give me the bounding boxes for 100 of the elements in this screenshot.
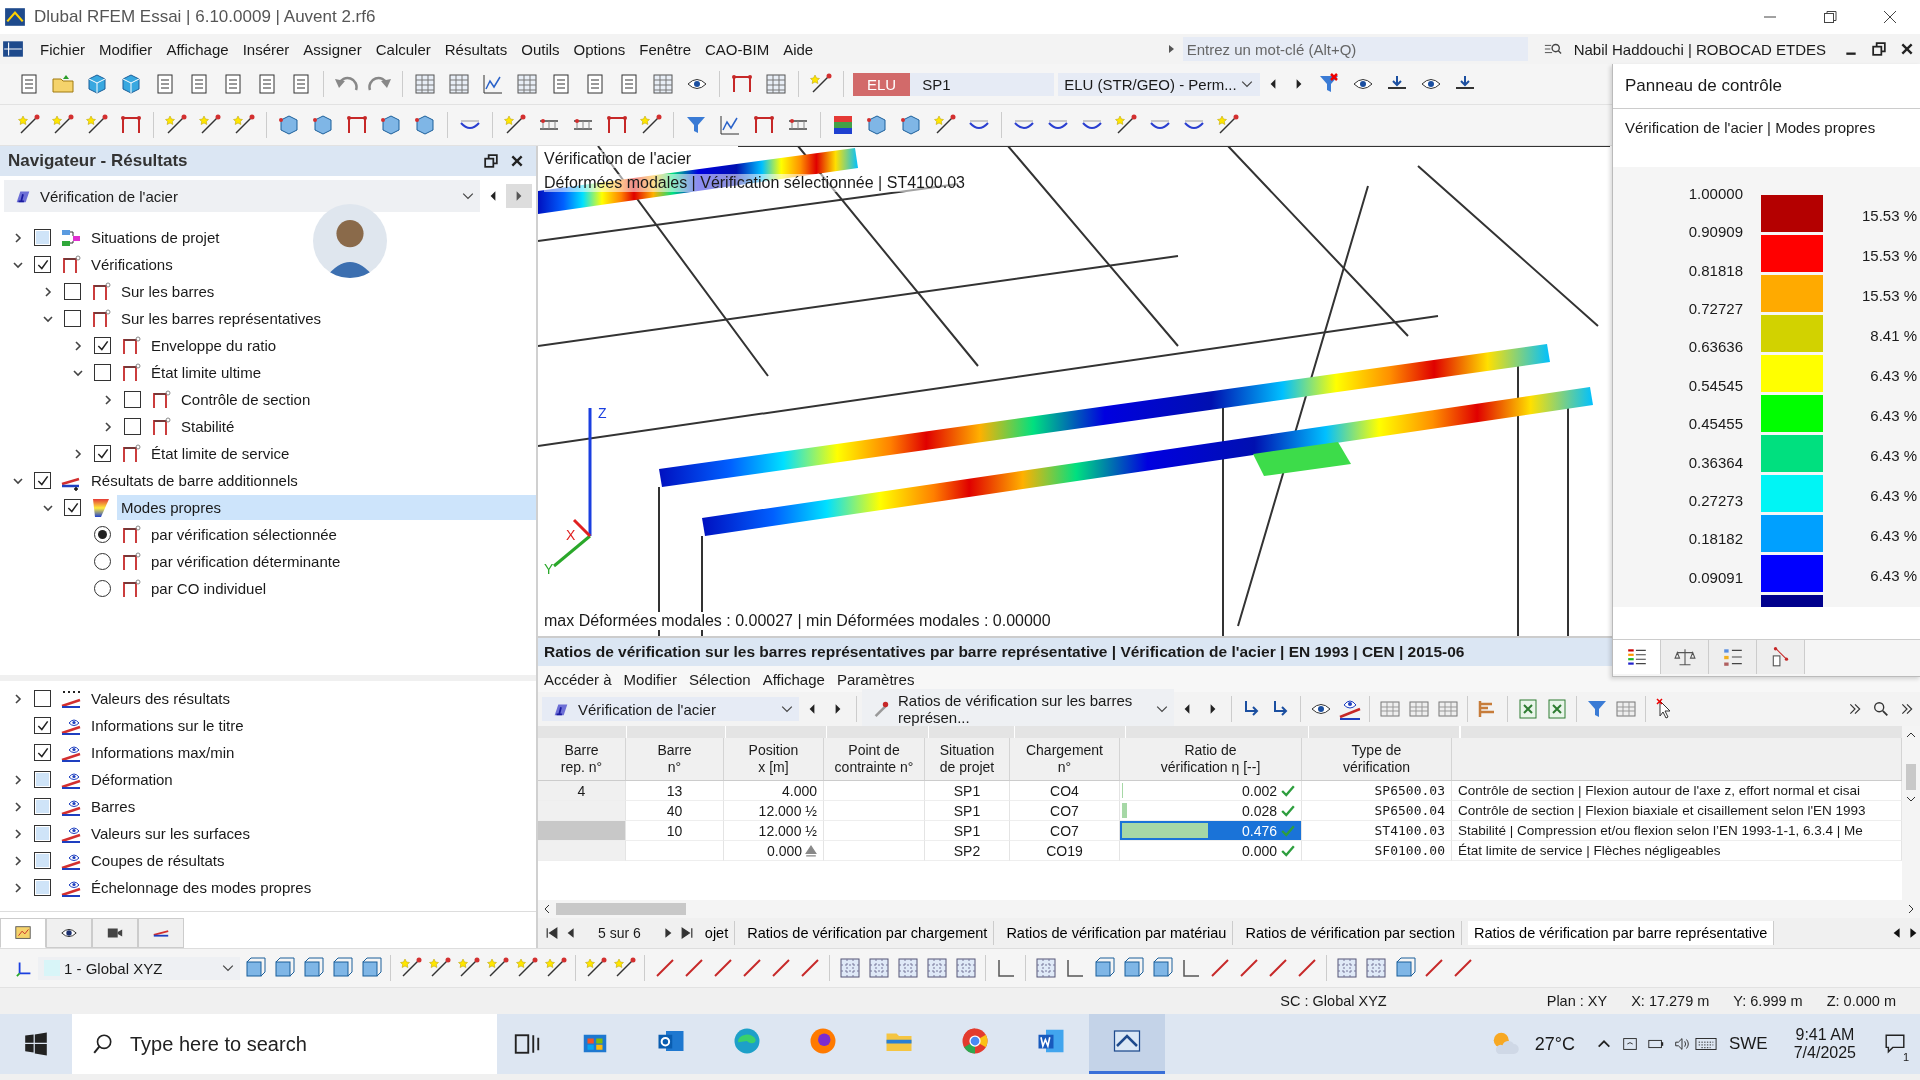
clock-date[interactable]: 7/4/2025 bbox=[1793, 1044, 1856, 1062]
chevron-left-icon[interactable] bbox=[542, 904, 552, 914]
menu-item[interactable]: Paramètres bbox=[830, 667, 921, 691]
menu-item[interactable]: Outils bbox=[515, 37, 566, 61]
clock-time[interactable]: 9:41 AM bbox=[1795, 1026, 1855, 1044]
checkbox[interactable] bbox=[124, 391, 141, 408]
checkbox[interactable] bbox=[64, 283, 81, 300]
panel-tab[interactable] bbox=[138, 918, 184, 948]
language-indicator[interactable]: SWE bbox=[1729, 1034, 1768, 1054]
tree-item[interactable]: Situations de projet bbox=[87, 225, 228, 250]
checkbox[interactable] bbox=[64, 310, 81, 327]
tree-item[interactable]: État limite ultime bbox=[147, 360, 270, 385]
panel-tab[interactable] bbox=[1661, 640, 1709, 674]
chevron-down-icon[interactable] bbox=[1906, 794, 1916, 804]
menu-item[interactable]: Résultats bbox=[438, 37, 514, 61]
more-icon[interactable] bbox=[1900, 702, 1914, 716]
chevron-icon[interactable] bbox=[12, 881, 24, 894]
radio-button[interactable] bbox=[94, 553, 111, 570]
chevron-icon[interactable] bbox=[12, 692, 24, 705]
menu-item[interactable]: Calculer bbox=[369, 37, 437, 61]
chevron-icon[interactable] bbox=[102, 393, 114, 406]
menu-item[interactable]: Accéder à bbox=[538, 667, 618, 691]
close-icon[interactable] bbox=[1900, 42, 1914, 56]
restore-icon[interactable] bbox=[1822, 9, 1838, 25]
tree-item[interactable]: Stabilité bbox=[177, 414, 243, 439]
more-icon[interactable] bbox=[1848, 702, 1862, 716]
menu-item[interactable]: Assigner bbox=[297, 37, 368, 61]
search-field[interactable]: Entrez un mot-clé (Alt+Q) bbox=[1182, 37, 1528, 61]
menu-item[interactable]: Options bbox=[567, 37, 632, 61]
tree-item[interactable]: Enveloppe du ratio bbox=[147, 333, 285, 358]
speaker-icon[interactable] bbox=[1673, 1035, 1691, 1053]
panel-tab[interactable] bbox=[0, 918, 46, 948]
tree-item[interactable]: Valeurs des résultats bbox=[87, 686, 238, 711]
search-icon[interactable] bbox=[1543, 41, 1562, 57]
tree-item[interactable]: Sur les barres bbox=[117, 279, 223, 304]
panel-tab[interactable] bbox=[46, 918, 92, 948]
windows-start-icon[interactable] bbox=[24, 1032, 48, 1056]
panel-tab[interactable] bbox=[1613, 640, 1661, 674]
menu-item[interactable]: Affichage bbox=[160, 37, 235, 61]
close-icon[interactable] bbox=[1882, 9, 1898, 25]
first-page-icon[interactable] bbox=[546, 927, 558, 939]
table-dropdown[interactable]: Ratios de vérification sur les barres représen... bbox=[862, 689, 1174, 729]
tree-item[interactable]: par CO individuel bbox=[147, 576, 275, 601]
tree-item[interactable]: Contrôle de section bbox=[177, 387, 319, 412]
chevron-icon[interactable] bbox=[72, 339, 84, 352]
checkbox[interactable] bbox=[34, 256, 51, 273]
menu-item[interactable]: Fenêtre bbox=[633, 37, 697, 61]
panel-tab[interactable] bbox=[92, 918, 138, 948]
menu-item[interactable]: Affichage bbox=[756, 667, 831, 691]
coordinate-system-dropdown[interactable]: 1 - Global XYZ bbox=[38, 956, 240, 980]
scrollbar-thumb[interactable] bbox=[556, 903, 686, 915]
restore-icon[interactable] bbox=[1872, 42, 1886, 56]
previous-icon[interactable] bbox=[1182, 703, 1192, 715]
radio-button[interactable] bbox=[94, 526, 111, 543]
checkbox[interactable] bbox=[34, 717, 51, 734]
tree-item[interactable]: Résultats de barre additionnels bbox=[87, 468, 306, 493]
menu-item[interactable]: Modifier bbox=[93, 37, 159, 61]
tree-item[interactable]: Barres bbox=[87, 794, 144, 819]
chevron-right-icon[interactable] bbox=[1906, 904, 1916, 914]
chevron-icon[interactable] bbox=[12, 231, 24, 244]
tree-item[interactable]: Échelonnage des modes propres bbox=[87, 875, 320, 900]
tree-item[interactable]: Coupes de résultats bbox=[87, 848, 233, 873]
tree-item[interactable]: Informations max/min bbox=[87, 740, 243, 765]
menu-item[interactable]: CAO-BIM bbox=[699, 37, 776, 61]
tree-item[interactable]: Sur les barres représentatives bbox=[117, 306, 330, 331]
temperature[interactable]: 27°C bbox=[1534, 1033, 1575, 1055]
tree-item[interactable]: Modes propres bbox=[117, 495, 536, 520]
tree-item[interactable]: Informations sur le titre bbox=[87, 713, 252, 738]
tree-item[interactable]: Déformation bbox=[87, 767, 181, 792]
chevron-icon[interactable] bbox=[72, 447, 84, 460]
menu-item[interactable]: Insérer bbox=[236, 37, 296, 61]
scrollbar[interactable] bbox=[538, 900, 1920, 918]
checkbox[interactable] bbox=[94, 364, 111, 381]
chevron-icon[interactable] bbox=[42, 285, 54, 298]
chevron-icon[interactable] bbox=[12, 827, 24, 840]
close-icon[interactable] bbox=[510, 154, 524, 168]
next-icon[interactable] bbox=[1208, 703, 1218, 715]
checkbox[interactable] bbox=[124, 418, 141, 435]
menu-item[interactable]: Fichier bbox=[34, 37, 91, 61]
tree-item[interactable]: État limite de service bbox=[147, 441, 298, 466]
chevron-icon[interactable] bbox=[12, 800, 24, 813]
checkbox[interactable] bbox=[94, 445, 111, 462]
checkbox[interactable] bbox=[34, 690, 51, 707]
chevron-icon[interactable] bbox=[102, 420, 114, 433]
menu-item[interactable]: Aide bbox=[777, 37, 820, 61]
taskbar-app[interactable] bbox=[1089, 1014, 1165, 1074]
tree-item[interactable]: par vérification déterminante bbox=[147, 549, 349, 574]
network-icon[interactable] bbox=[1621, 1035, 1639, 1053]
checkbox[interactable] bbox=[94, 337, 111, 354]
combination-dropdown[interactable]: ELU (STR/GEO) - Perm... bbox=[1058, 72, 1261, 96]
previous-icon[interactable] bbox=[807, 703, 817, 715]
tree-item[interactable]: Valeurs sur les surfaces bbox=[87, 821, 258, 846]
module-dropdown[interactable]: Vérification de l'acier bbox=[542, 697, 799, 721]
previous-icon[interactable] bbox=[488, 190, 498, 202]
chevron-icon[interactable] bbox=[12, 854, 24, 867]
tree-item[interactable]: par vérification sélectionnée bbox=[147, 522, 345, 547]
chevron-icon[interactable] bbox=[12, 773, 24, 786]
checkbox[interactable] bbox=[64, 499, 81, 516]
chevron-up-icon[interactable] bbox=[1906, 730, 1916, 740]
checkbox[interactable] bbox=[34, 472, 51, 489]
